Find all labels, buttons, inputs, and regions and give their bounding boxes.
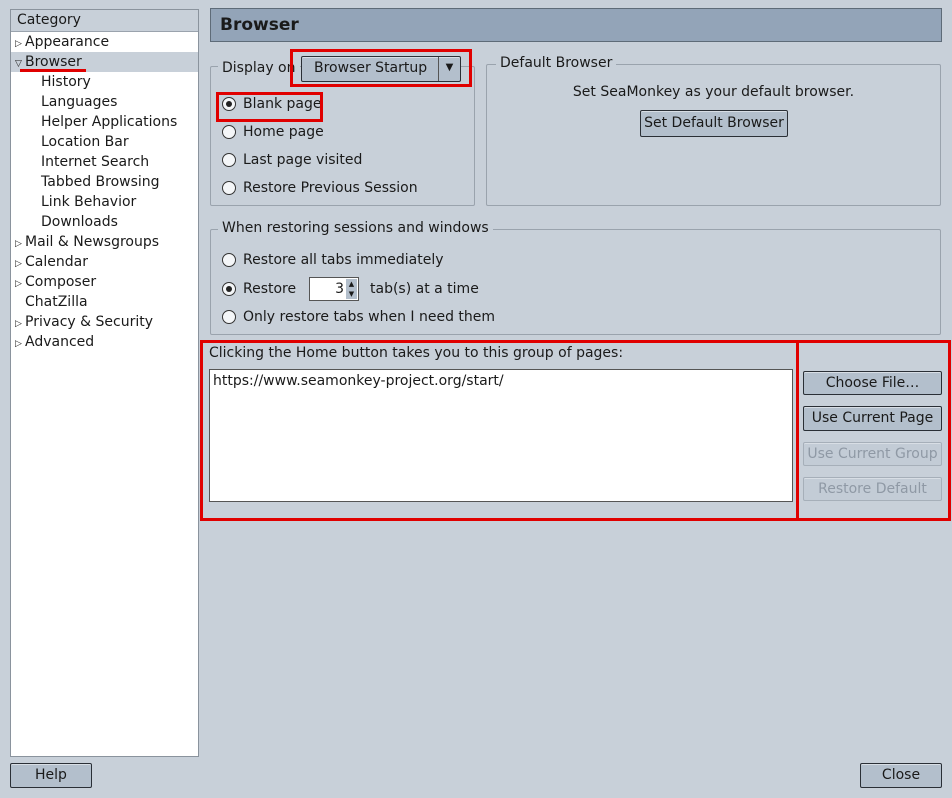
collapsed-triangle-icon[interactable]: ▷	[15, 314, 25, 334]
highlight-box-home-buttons	[796, 340, 951, 521]
sidebar-item-label: Languages	[41, 94, 118, 110]
sidebar-item-label: History	[41, 74, 91, 90]
highlight-box-home-pages	[200, 340, 799, 521]
sidebar-item-privacy-security[interactable]: ▷ Privacy & Security	[11, 312, 198, 332]
sidebar-item-advanced[interactable]: ▷ Advanced	[11, 332, 198, 352]
spin-up-icon[interactable]: ▲	[346, 279, 357, 289]
help-button[interactable]: Help	[10, 763, 92, 788]
sidebar-item-label: Link Behavior	[41, 194, 137, 210]
sidebar-item-composer[interactable]: ▷ Composer	[11, 272, 198, 292]
radio-icon	[222, 125, 236, 139]
sidebar-item-internet-search[interactable]: Internet Search	[11, 152, 198, 172]
tabs-count-spinbox[interactable]: 3 ▲ ▼	[309, 277, 359, 301]
radio-restore-session[interactable]: Restore Previous Session	[222, 180, 418, 196]
highlight-box-blank-page	[216, 92, 323, 122]
collapsed-triangle-icon[interactable]: ▷	[15, 334, 25, 354]
radio-label: Restore all tabs immediately	[243, 252, 444, 268]
default-browser-legend: Default Browser	[496, 55, 617, 71]
sidebar-item-label: Privacy & Security	[25, 314, 153, 330]
sidebar-item-languages[interactable]: Languages	[11, 92, 198, 112]
radio-icon	[222, 310, 236, 324]
sidebar-item-history[interactable]: History	[11, 72, 198, 92]
sidebar-item-label: Internet Search	[41, 154, 150, 170]
sidebar-item-location-bar[interactable]: Location Bar	[11, 132, 198, 152]
sidebar-item-label: Calendar	[25, 254, 88, 270]
set-default-browser-button[interactable]: Set Default Browser	[640, 110, 788, 137]
radio-last-page[interactable]: Last page visited	[222, 152, 362, 168]
radio-restore-on-demand[interactable]: Only restore tabs when I need them	[222, 309, 495, 325]
sidebar-item-chatzilla[interactable]: ChatZilla	[11, 292, 198, 312]
page-title: Browser	[210, 8, 942, 42]
sidebar-item-appearance[interactable]: ▷ Appearance	[11, 32, 198, 52]
radio-icon	[222, 253, 236, 267]
highlight-underline	[20, 69, 86, 72]
default-browser-text: Set SeaMonkey as your default browser.	[572, 84, 855, 100]
restore-legend: When restoring sessions and windows	[218, 220, 493, 236]
radio-label: Restore Previous Session	[243, 180, 418, 196]
sidebar-item-mail-newsgroups[interactable]: ▷ Mail & Newsgroups	[11, 232, 198, 252]
radio-icon	[222, 181, 236, 195]
collapsed-triangle-icon[interactable]: ▷	[15, 34, 25, 54]
radio-label: Home page	[243, 124, 324, 140]
sidebar-item-link-behavior[interactable]: Link Behavior	[11, 192, 198, 212]
sidebar-item-label: Location Bar	[41, 134, 129, 150]
sidebar-item-label: Appearance	[25, 34, 110, 50]
radio-icon	[222, 153, 236, 167]
sidebar-item-tabbed-browsing[interactable]: Tabbed Browsing	[11, 172, 198, 192]
radio-label: Only restore tabs when I need them	[243, 309, 496, 325]
close-button[interactable]: Close	[860, 763, 942, 788]
radio-restore-n[interactable]: Restore	[222, 281, 296, 297]
tabs-at-a-time-label: tab(s) at a time	[370, 281, 479, 297]
collapsed-triangle-icon[interactable]: ▷	[15, 274, 25, 294]
sidebar-item-label: Tabbed Browsing	[41, 174, 160, 190]
radio-label: Last page visited	[243, 152, 363, 168]
sidebar-item-label: Mail & Newsgroups	[25, 234, 160, 250]
radio-label: Restore	[243, 281, 297, 297]
radio-icon	[222, 282, 236, 296]
collapsed-triangle-icon[interactable]: ▷	[15, 234, 25, 254]
sidebar-item-downloads[interactable]: Downloads	[11, 212, 198, 232]
category-tree[interactable]: Category ▷ Appearance ▽ Browser History Langu…	[10, 9, 199, 757]
sidebar-item-label: Composer	[25, 274, 97, 290]
spin-down-icon[interactable]: ▼	[346, 289, 357, 299]
radio-restore-all[interactable]: Restore all tabs immediately	[222, 252, 444, 268]
sidebar-item-label: Browser	[25, 54, 82, 70]
collapsed-triangle-icon[interactable]: ▷	[15, 254, 25, 274]
sidebar-item-label: ChatZilla	[25, 294, 88, 310]
sidebar-item-label: Helper Applications	[41, 114, 178, 130]
spinbox-value: 3	[335, 281, 344, 297]
sidebar-item-label: Downloads	[41, 214, 118, 230]
category-header[interactable]: Category	[11, 10, 198, 32]
display-on-label: Display on	[218, 60, 300, 76]
highlight-box-dropdown	[290, 49, 472, 87]
sidebar-item-label: Advanced	[25, 334, 95, 350]
radio-home-page[interactable]: Home page	[222, 124, 324, 140]
sidebar-item-calendar[interactable]: ▷ Calendar	[11, 252, 198, 272]
sidebar-item-helper-applications[interactable]: Helper Applications	[11, 112, 198, 132]
